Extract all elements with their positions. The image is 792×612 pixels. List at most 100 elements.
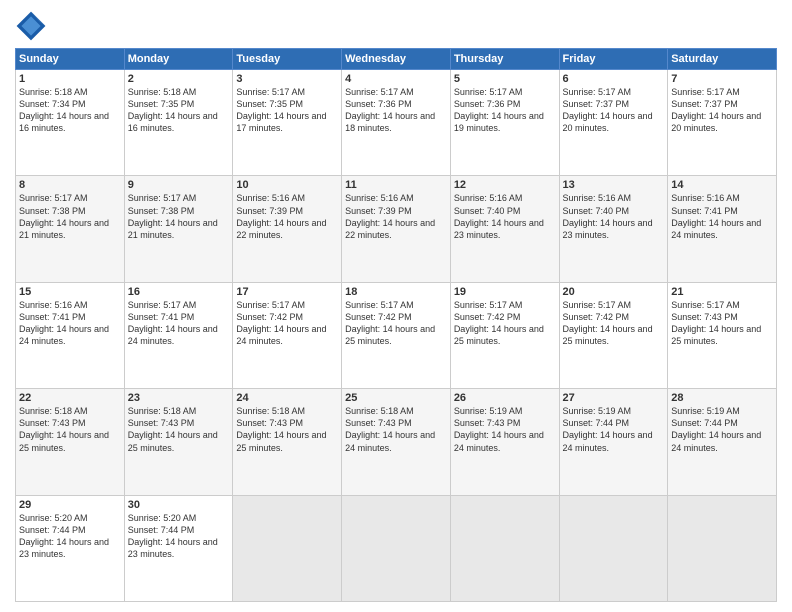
day-info: Sunrise: 5:17 AM Sunset: 7:42 PM Dayligh… (454, 299, 556, 348)
day-info: Sunrise: 5:18 AM Sunset: 7:43 PM Dayligh… (19, 405, 121, 454)
calendar-cell: 30 Sunrise: 5:20 AM Sunset: 7:44 PM Dayl… (124, 495, 233, 601)
calendar-cell: 17 Sunrise: 5:17 AM Sunset: 7:42 PM Dayl… (233, 282, 342, 388)
sunset-label: Sunset: 7:43 PM (454, 418, 521, 428)
sunrise-label: Sunrise: 5:20 AM (128, 513, 197, 523)
day-info: Sunrise: 5:16 AM Sunset: 7:40 PM Dayligh… (454, 192, 556, 241)
sunrise-label: Sunrise: 5:18 AM (236, 406, 305, 416)
day-number: 10 (236, 179, 338, 191)
daylight-label: Daylight: 14 hours and 24 minutes. (236, 324, 326, 346)
day-number: 12 (454, 179, 556, 191)
daylight-label: Daylight: 14 hours and 24 minutes. (671, 218, 761, 240)
calendar-header-row: SundayMondayTuesdayWednesdayThursdayFrid… (16, 49, 777, 70)
sunrise-label: Sunrise: 5:18 AM (19, 87, 88, 97)
sunrise-label: Sunrise: 5:17 AM (236, 87, 305, 97)
daylight-label: Daylight: 14 hours and 25 minutes. (19, 430, 109, 452)
calendar-cell (559, 495, 668, 601)
calendar-cell: 19 Sunrise: 5:17 AM Sunset: 7:42 PM Dayl… (450, 282, 559, 388)
sunset-label: Sunset: 7:40 PM (563, 206, 630, 216)
calendar-week-1: 1 Sunrise: 5:18 AM Sunset: 7:34 PM Dayli… (16, 70, 777, 176)
day-info: Sunrise: 5:18 AM Sunset: 7:34 PM Dayligh… (19, 86, 121, 135)
day-number: 27 (563, 392, 665, 404)
sunrise-label: Sunrise: 5:17 AM (671, 300, 740, 310)
day-number: 18 (345, 286, 447, 298)
day-number: 15 (19, 286, 121, 298)
daylight-label: Daylight: 14 hours and 24 minutes. (454, 430, 544, 452)
sunrise-label: Sunrise: 5:17 AM (454, 87, 523, 97)
day-number: 7 (671, 73, 773, 85)
sunset-label: Sunset: 7:35 PM (128, 99, 195, 109)
calendar-cell: 3 Sunrise: 5:17 AM Sunset: 7:35 PM Dayli… (233, 70, 342, 176)
calendar-cell: 8 Sunrise: 5:17 AM Sunset: 7:38 PM Dayli… (16, 176, 125, 282)
daylight-label: Daylight: 14 hours and 23 minutes. (454, 218, 544, 240)
day-number: 26 (454, 392, 556, 404)
header (15, 10, 777, 42)
day-info: Sunrise: 5:16 AM Sunset: 7:39 PM Dayligh… (345, 192, 447, 241)
day-number: 1 (19, 73, 121, 85)
day-number: 6 (563, 73, 665, 85)
calendar-cell (450, 495, 559, 601)
day-number: 2 (128, 73, 230, 85)
sunrise-label: Sunrise: 5:16 AM (671, 193, 740, 203)
calendar-cell: 16 Sunrise: 5:17 AM Sunset: 7:41 PM Dayl… (124, 282, 233, 388)
sunset-label: Sunset: 7:44 PM (563, 418, 630, 428)
daylight-label: Daylight: 14 hours and 25 minutes. (345, 324, 435, 346)
calendar-cell: 12 Sunrise: 5:16 AM Sunset: 7:40 PM Dayl… (450, 176, 559, 282)
sunset-label: Sunset: 7:38 PM (19, 206, 86, 216)
day-info: Sunrise: 5:18 AM Sunset: 7:43 PM Dayligh… (236, 405, 338, 454)
sunset-label: Sunset: 7:43 PM (345, 418, 412, 428)
sunrise-label: Sunrise: 5:16 AM (236, 193, 305, 203)
daylight-label: Daylight: 14 hours and 22 minutes. (236, 218, 326, 240)
calendar-cell: 24 Sunrise: 5:18 AM Sunset: 7:43 PM Dayl… (233, 389, 342, 495)
day-info: Sunrise: 5:20 AM Sunset: 7:44 PM Dayligh… (19, 512, 121, 561)
calendar-cell: 23 Sunrise: 5:18 AM Sunset: 7:43 PM Dayl… (124, 389, 233, 495)
sunset-label: Sunset: 7:43 PM (236, 418, 303, 428)
calendar-cell: 4 Sunrise: 5:17 AM Sunset: 7:36 PM Dayli… (342, 70, 451, 176)
day-number: 4 (345, 73, 447, 85)
day-info: Sunrise: 5:16 AM Sunset: 7:40 PM Dayligh… (563, 192, 665, 241)
day-number: 23 (128, 392, 230, 404)
day-info: Sunrise: 5:17 AM Sunset: 7:42 PM Dayligh… (345, 299, 447, 348)
daylight-label: Daylight: 14 hours and 25 minutes. (236, 430, 326, 452)
col-header-thursday: Thursday (450, 49, 559, 70)
day-number: 22 (19, 392, 121, 404)
daylight-label: Daylight: 14 hours and 24 minutes. (563, 430, 653, 452)
daylight-label: Daylight: 14 hours and 25 minutes. (128, 430, 218, 452)
sunset-label: Sunset: 7:43 PM (19, 418, 86, 428)
calendar-week-2: 8 Sunrise: 5:17 AM Sunset: 7:38 PM Dayli… (16, 176, 777, 282)
day-info: Sunrise: 5:19 AM Sunset: 7:44 PM Dayligh… (563, 405, 665, 454)
calendar-week-3: 15 Sunrise: 5:16 AM Sunset: 7:41 PM Dayl… (16, 282, 777, 388)
day-number: 28 (671, 392, 773, 404)
calendar-cell: 6 Sunrise: 5:17 AM Sunset: 7:37 PM Dayli… (559, 70, 668, 176)
daylight-label: Daylight: 14 hours and 25 minutes. (563, 324, 653, 346)
daylight-label: Daylight: 14 hours and 25 minutes. (454, 324, 544, 346)
sunrise-label: Sunrise: 5:16 AM (345, 193, 414, 203)
calendar-cell: 25 Sunrise: 5:18 AM Sunset: 7:43 PM Dayl… (342, 389, 451, 495)
sunrise-label: Sunrise: 5:17 AM (563, 87, 632, 97)
sunset-label: Sunset: 7:37 PM (671, 99, 738, 109)
sunset-label: Sunset: 7:39 PM (345, 206, 412, 216)
calendar-week-5: 29 Sunrise: 5:20 AM Sunset: 7:44 PM Dayl… (16, 495, 777, 601)
calendar-cell: 18 Sunrise: 5:17 AM Sunset: 7:42 PM Dayl… (342, 282, 451, 388)
calendar-cell: 7 Sunrise: 5:17 AM Sunset: 7:37 PM Dayli… (668, 70, 777, 176)
day-number: 25 (345, 392, 447, 404)
sunset-label: Sunset: 7:35 PM (236, 99, 303, 109)
sunset-label: Sunset: 7:41 PM (671, 206, 738, 216)
daylight-label: Daylight: 14 hours and 22 minutes. (345, 218, 435, 240)
sunset-label: Sunset: 7:41 PM (128, 312, 195, 322)
daylight-label: Daylight: 14 hours and 23 minutes. (19, 537, 109, 559)
day-number: 16 (128, 286, 230, 298)
sunset-label: Sunset: 7:42 PM (454, 312, 521, 322)
day-number: 19 (454, 286, 556, 298)
day-info: Sunrise: 5:16 AM Sunset: 7:41 PM Dayligh… (671, 192, 773, 241)
daylight-label: Daylight: 14 hours and 19 minutes. (454, 111, 544, 133)
calendar-table: SundayMondayTuesdayWednesdayThursdayFrid… (15, 48, 777, 602)
calendar-cell: 26 Sunrise: 5:19 AM Sunset: 7:43 PM Dayl… (450, 389, 559, 495)
calendar-cell: 2 Sunrise: 5:18 AM Sunset: 7:35 PM Dayli… (124, 70, 233, 176)
calendar-cell: 5 Sunrise: 5:17 AM Sunset: 7:36 PM Dayli… (450, 70, 559, 176)
sunrise-label: Sunrise: 5:16 AM (19, 300, 88, 310)
calendar-cell: 21 Sunrise: 5:17 AM Sunset: 7:43 PM Dayl… (668, 282, 777, 388)
day-info: Sunrise: 5:17 AM Sunset: 7:42 PM Dayligh… (236, 299, 338, 348)
page: SundayMondayTuesdayWednesdayThursdayFrid… (0, 0, 792, 612)
day-info: Sunrise: 5:18 AM Sunset: 7:43 PM Dayligh… (345, 405, 447, 454)
day-info: Sunrise: 5:18 AM Sunset: 7:35 PM Dayligh… (128, 86, 230, 135)
